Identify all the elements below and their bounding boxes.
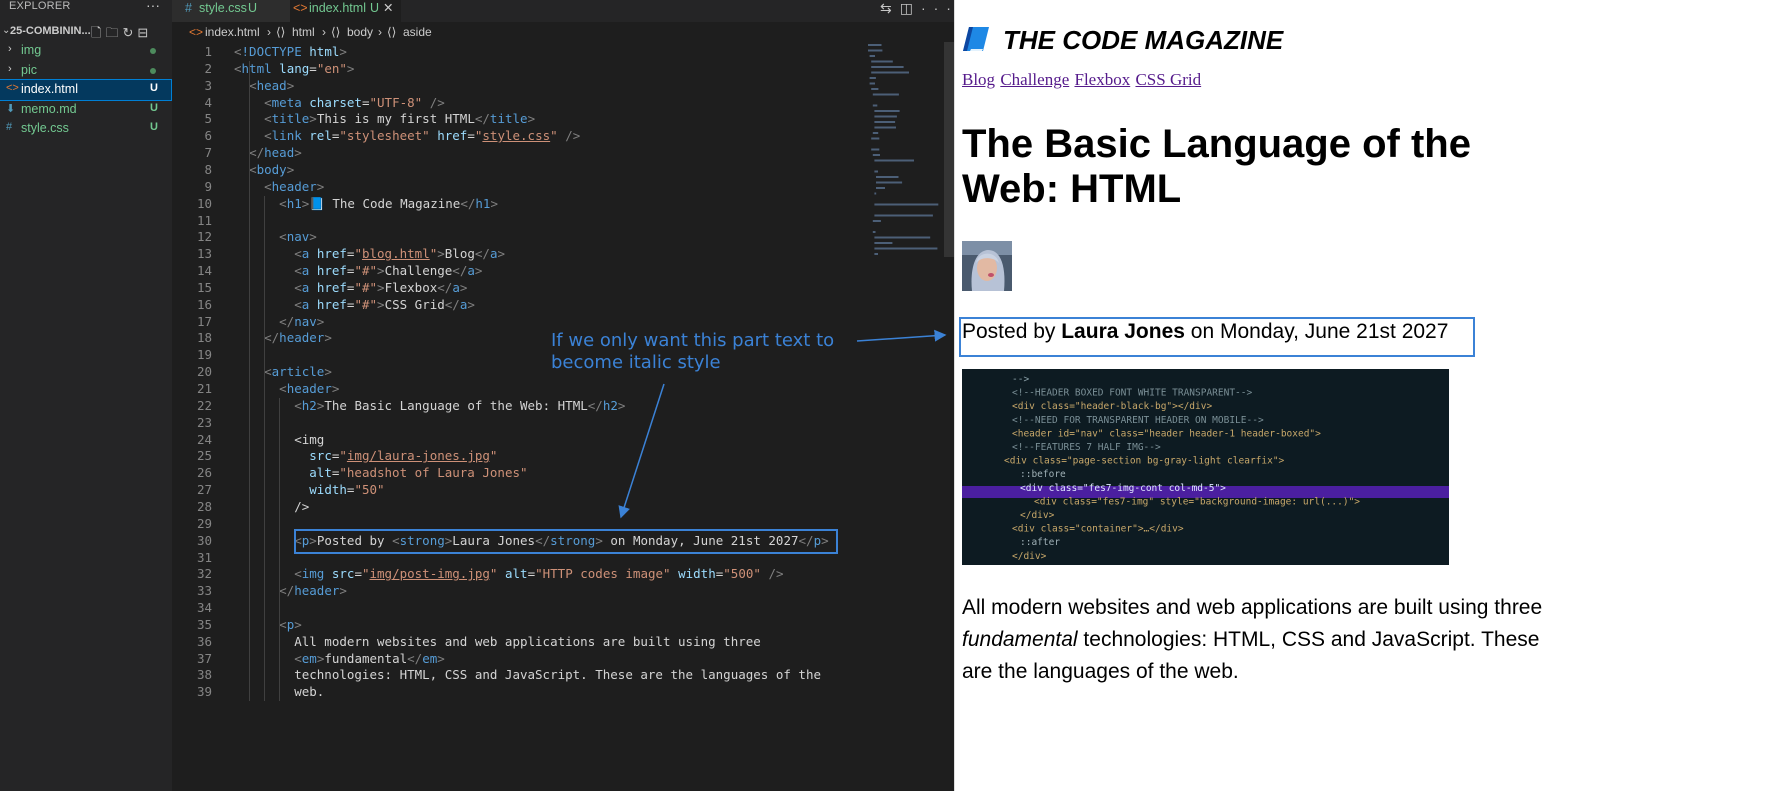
annotation-arrows — [618, 329, 947, 519]
arrow-to-preview — [856, 329, 947, 342]
arrow-to-code — [618, 383, 665, 519]
